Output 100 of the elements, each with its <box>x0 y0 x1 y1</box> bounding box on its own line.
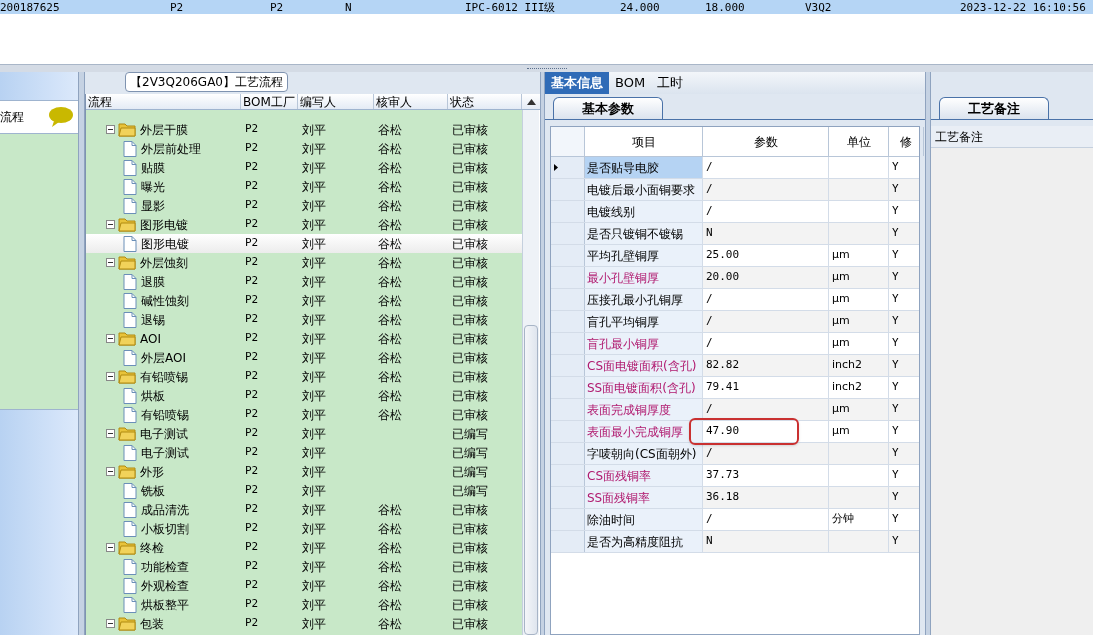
tree-row[interactable]: 退锡 P2 刘平 谷松 已审核 <box>86 310 522 329</box>
splitter-bar[interactable] <box>78 72 85 635</box>
collapse-icon[interactable] <box>106 220 115 229</box>
tab[interactable]: 工时 <box>651 72 690 94</box>
table-row[interactable]: 除油时间 / 分钟 Y <box>551 509 919 531</box>
table-row[interactable]: SS面残铜率 36.18 Y <box>551 487 919 509</box>
collapse-icon[interactable] <box>106 372 115 381</box>
column-header[interactable]: 工艺备注 <box>931 126 1093 148</box>
table-row[interactable]: 电镀后最小面铜要求 / Y <box>551 179 919 201</box>
scrollbar[interactable] <box>522 110 539 635</box>
sub-tab[interactable]: 工艺备注 <box>939 97 1049 119</box>
tree-row[interactable]: 图形电镀 P2 刘平 谷松 已审核 <box>86 234 522 253</box>
tab[interactable]: BOM <box>609 72 652 94</box>
table-cell-text: 已审核 <box>451 406 489 424</box>
tree-row[interactable]: 小板切割 P2 刘平 谷松 已审核 <box>86 519 522 538</box>
tree-row[interactable]: 功能检查 P2 刘平 谷松 已审核 <box>86 557 522 576</box>
tree-row[interactable]: 外观检查 P2 刘平 谷松 已审核 <box>86 576 522 595</box>
column-header[interactable]: 编写人 <box>298 94 374 109</box>
collapse-icon[interactable] <box>106 543 115 552</box>
table-row[interactable]: 表面最小完成铜厚 47.90 μm Y <box>551 421 919 443</box>
tree-row[interactable]: 退膜 P2 刘平 谷松 已审核 <box>86 272 522 291</box>
column-header[interactable]: 单位 <box>829 127 889 156</box>
tab[interactable]: 基本信息 <box>545 72 609 94</box>
table-row[interactable]: 电镀线别 / Y <box>551 201 919 223</box>
column-header[interactable]: 项目 <box>585 127 703 156</box>
table-row[interactable]: 盲孔最小铜厚 / μm Y <box>551 333 919 355</box>
tree-row[interactable]: 烘板 P2 刘平 谷松 已审核 <box>86 386 522 405</box>
collapse-icon[interactable] <box>106 258 115 267</box>
column-header[interactable]: 状态 <box>448 94 522 109</box>
tree-item-label: 外形 <box>140 463 164 481</box>
column-header[interactable]: 参数 <box>703 127 829 156</box>
document-icon <box>123 178 137 195</box>
collapse-icon[interactable] <box>106 334 115 343</box>
document-icon <box>123 273 137 290</box>
table-row[interactable]: 字唛朝向(CS面朝外) / Y <box>551 443 919 465</box>
tree-item-label: 贴膜 <box>141 159 165 177</box>
table-cell-text: P2 <box>244 558 260 575</box>
collapse-icon[interactable] <box>106 429 115 438</box>
table-row[interactable]: 是否贴导电胶 / Y <box>551 157 919 179</box>
column-header[interactable]: 核审人 <box>374 94 448 109</box>
tree-row[interactable]: 有铅喷锡 P2 刘平 谷松 已审核 <box>86 405 522 424</box>
tree-row[interactable]: 包装 P2 刘平 谷松 已审核 <box>86 614 522 633</box>
splitter-bar[interactable] <box>925 72 931 635</box>
collapse-icon[interactable] <box>106 125 115 134</box>
tree-row[interactable]: 铣板 P2 刘平 已编写 <box>86 481 522 500</box>
tree-row[interactable]: 终检 P2 刘平 谷松 已审核 <box>86 538 522 557</box>
tree-item-label: 有铅喷锡 <box>141 406 189 424</box>
tree-row[interactable]: 图形电镀 P2 刘平 谷松 已审核 <box>86 215 522 234</box>
sub-tab[interactable]: 基本参数 <box>553 97 663 119</box>
table-cell-text: 已审核 <box>451 254 489 272</box>
table-row[interactable]: 最小孔壁铜厚 20.00 μm Y <box>551 267 919 289</box>
tree-row[interactable]: 碱性蚀刻 P2 刘平 谷松 已审核 <box>86 291 522 310</box>
table-row[interactable]: CS面电镀面积(含孔) 82.82 inch2 Y <box>551 355 919 377</box>
collapse-icon[interactable] <box>106 467 115 476</box>
tree-row[interactable]: 外形 P2 刘平 已编写 <box>86 462 522 481</box>
table-cell: μm <box>832 423 850 440</box>
table-cell-text: 刘平 <box>301 501 327 519</box>
scroll-up-icon[interactable] <box>526 98 536 105</box>
tree-row[interactable]: 外层蚀刻 P2 刘平 谷松 已审核 <box>86 253 522 272</box>
table-row[interactable]: SS面电镀面积(含孔) 79.41 inch2 Y <box>551 377 919 399</box>
splitter-bar[interactable] <box>0 64 1093 72</box>
tree-row[interactable]: 成品清洗 P2 刘平 谷松 已审核 <box>86 500 522 519</box>
tree-row[interactable]: 贴膜 P2 刘平 谷松 已审核 <box>86 158 522 177</box>
column-header[interactable]: 流程 <box>86 94 241 109</box>
table-cell: 电镀线别 <box>585 201 703 222</box>
tree-row[interactable]: 有铅喷锡 P2 刘平 谷松 已审核 <box>86 367 522 386</box>
tree-row[interactable]: 曝光 P2 刘平 谷松 已审核 <box>86 177 522 196</box>
table-row[interactable]: 平均孔壁铜厚 25.00 μm Y <box>551 245 919 267</box>
table-cell-text: P2 <box>244 254 260 271</box>
tree-row[interactable]: 烘板整平 P2 刘平 谷松 已审核 <box>86 595 522 614</box>
table-row[interactable]: 是否只镀铜不镀锡 N Y <box>551 223 919 245</box>
table-row[interactable]: CS面残铜率 37.73 Y <box>551 465 919 487</box>
table-row[interactable]: 表面完成铜厚度 / μm Y <box>551 399 919 421</box>
tree-row[interactable]: 外层干膜 P2 刘平 谷松 已审核 <box>86 120 522 139</box>
tree-row[interactable]: 电子测试 P2 刘平 已编写 <box>86 424 522 443</box>
panel-title: 【2V3Q206GA0】工艺流程 <box>125 72 288 92</box>
column-header[interactable]: BOM工厂 <box>241 94 298 109</box>
tree-row[interactable]: 电子测试 P2 刘平 已编写 <box>86 443 522 462</box>
table-cell-text: 已审核 <box>451 311 489 329</box>
folder-icon <box>118 217 136 232</box>
tree-row[interactable]: AOI P2 刘平 谷松 已审核 <box>86 329 522 348</box>
panel-tab[interactable]: 流程 <box>0 100 78 134</box>
table-cell-text: P2 <box>244 197 260 214</box>
table-row[interactable]: 压接孔最小孔铜厚 / μm Y <box>551 289 919 311</box>
tree-item-label: 退膜 <box>141 273 165 291</box>
table-cell-text: 刘平 <box>301 330 327 348</box>
tree-row[interactable]: 显影 P2 刘平 谷松 已审核 <box>86 196 522 215</box>
table-cell: Y <box>892 357 899 374</box>
table-cell-text: 已审核 <box>451 501 489 519</box>
tree-row[interactable]: 外层前处理 P2 刘平 谷松 已审核 <box>86 139 522 158</box>
tree-row[interactable]: 外层AOI P2 刘平 谷松 已审核 <box>86 348 522 367</box>
selected-table-row[interactable]: 200187625 P2 P2 N IPC-6012 III级 24.000 18.000 V3Q2 2023-12-22 16:10:56 <box>0 0 1093 14</box>
column-header[interactable]: 修 <box>889 127 924 156</box>
table-cell: Y <box>892 511 899 528</box>
table-cell-text: 已审核 <box>451 235 489 253</box>
tree-item-label: 铣板 <box>141 482 165 500</box>
collapse-icon[interactable] <box>106 619 115 628</box>
table-row[interactable]: 是否为高精度阻抗 N Y <box>551 531 919 553</box>
row-header[interactable] <box>551 157 585 178</box>
table-row[interactable]: 盲孔平均铜厚 / μm Y <box>551 311 919 333</box>
